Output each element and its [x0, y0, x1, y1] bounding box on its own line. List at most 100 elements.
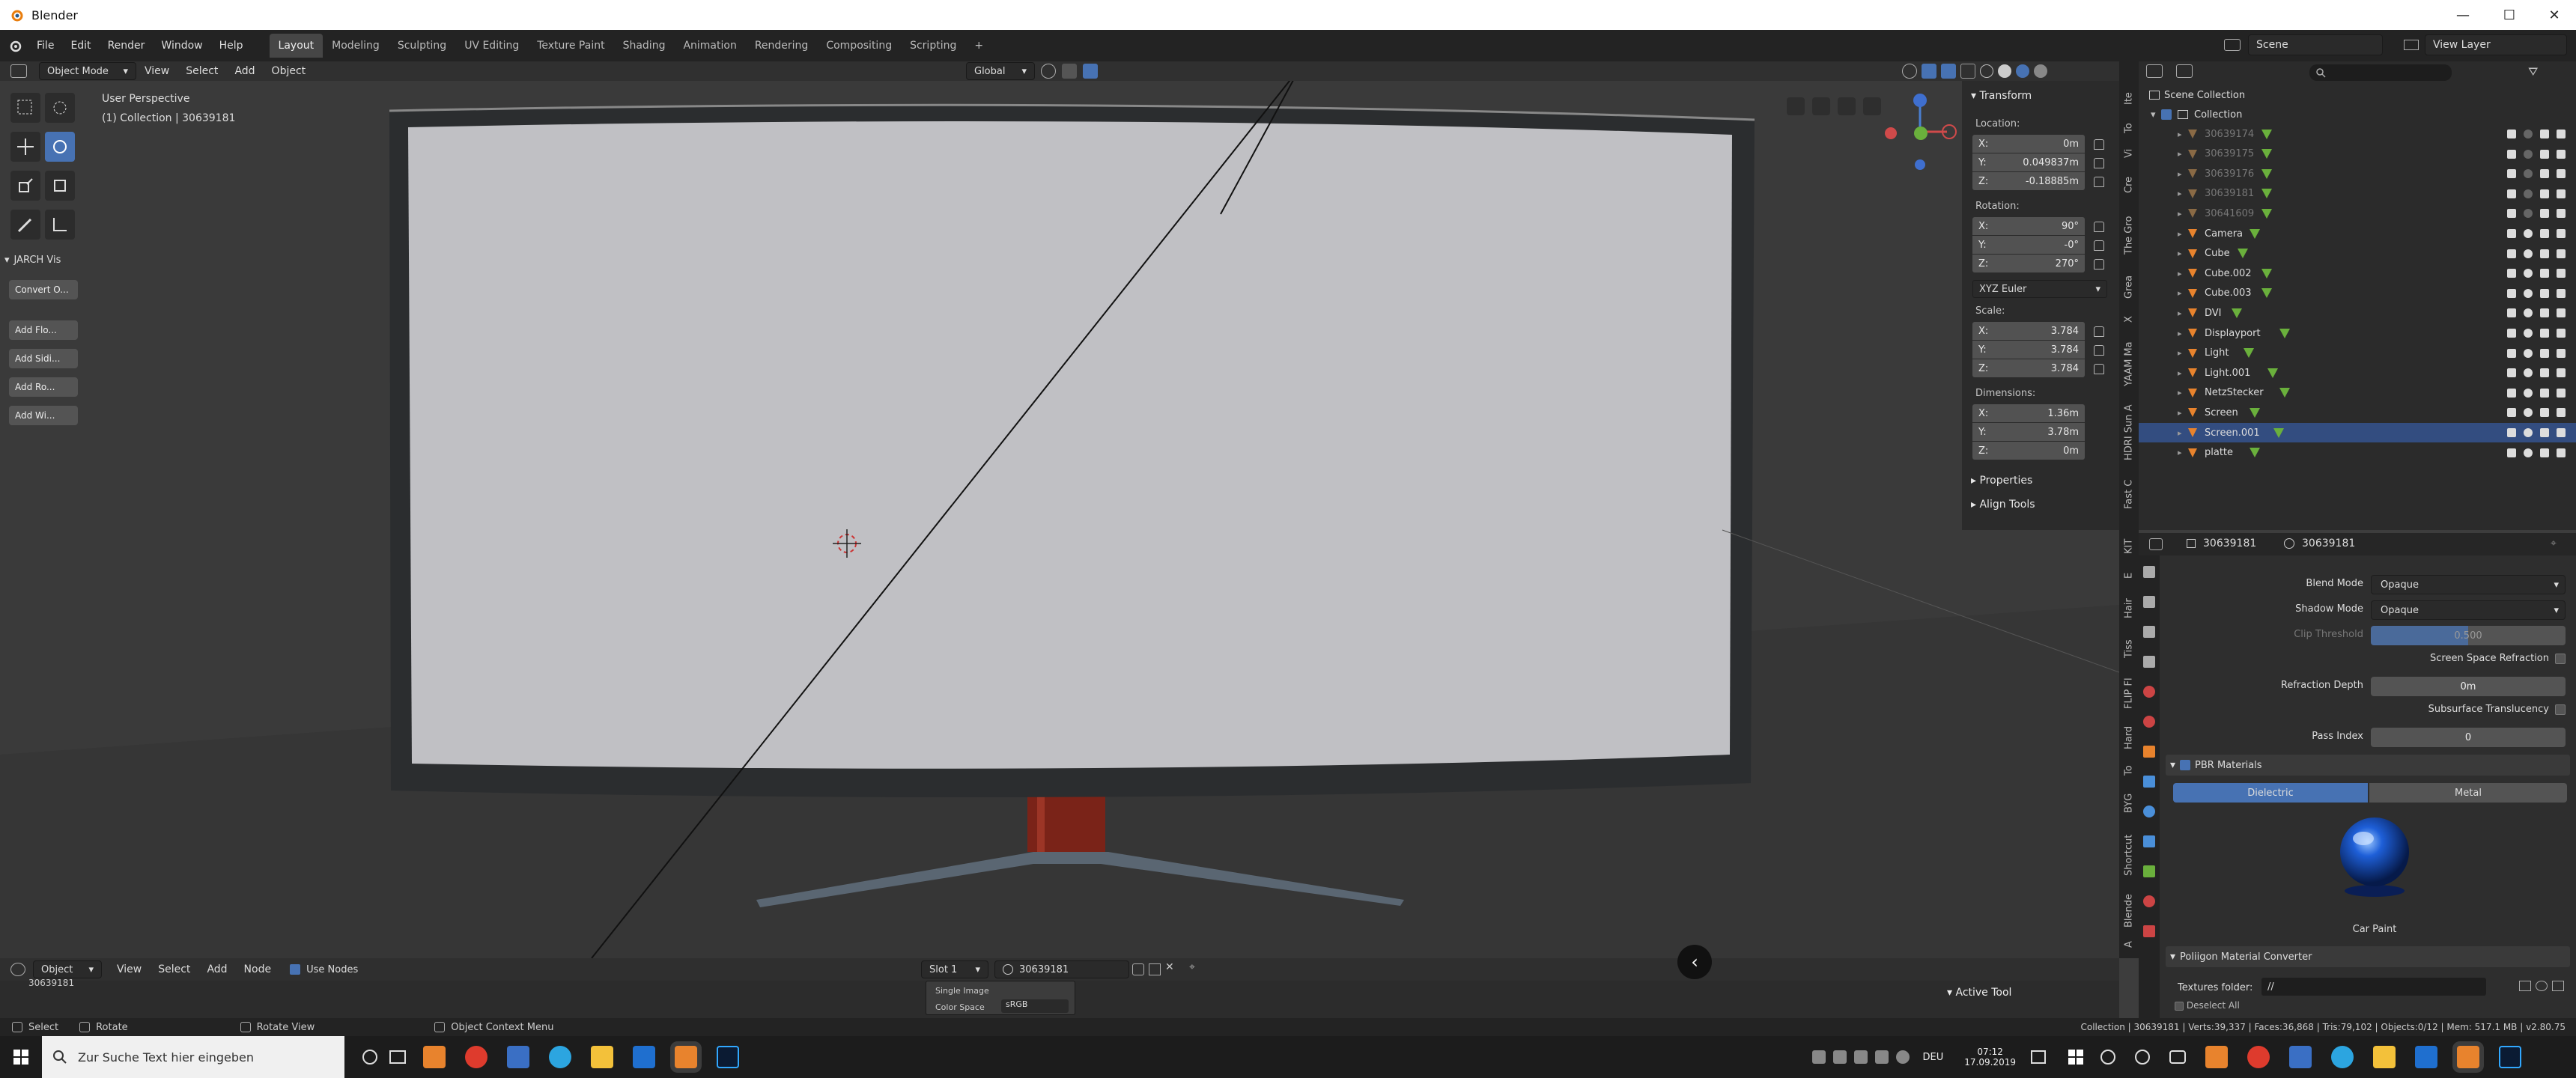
camera-icon[interactable]: [2540, 189, 2549, 198]
render-icon[interactable]: [2557, 408, 2566, 418]
viewport-nav-buttons[interactable]: [1787, 97, 1881, 115]
lock-icon[interactable]: [2094, 158, 2104, 168]
select-arrow-icon[interactable]: [2507, 308, 2516, 318]
editor-type-icon[interactable]: [10, 64, 27, 78]
sidebar-tab[interactable]: X: [2119, 308, 2139, 331]
sidebar-tab[interactable]: To: [2119, 759, 2139, 782]
chevron-right-icon[interactable]: ▸: [2178, 428, 2182, 438]
pin-icon[interactable]: ⌖: [2551, 538, 2557, 549]
outliner-row[interactable]: ▸ 30639176: [2139, 164, 2576, 183]
add-workspace-button[interactable]: +: [965, 34, 992, 58]
align-tools-section-header[interactable]: ▸ Align Tools: [1971, 499, 2035, 511]
menu-window[interactable]: Window: [153, 40, 210, 52]
editor-type-icon[interactable]: [2149, 538, 2163, 550]
rotation-mode-select[interactable]: XYZ Euler ▾: [1972, 280, 2107, 298]
render-icon[interactable]: [2557, 308, 2566, 318]
select-arrow-icon[interactable]: [2507, 329, 2516, 338]
sidebar-tab[interactable]: Hard: [2119, 719, 2139, 756]
chevron-right-icon[interactable]: ▸: [2178, 408, 2182, 418]
chevron-right-icon[interactable]: ▸: [2178, 388, 2182, 398]
chevron-right-icon[interactable]: ▸: [2178, 348, 2182, 358]
select-arrow-icon[interactable]: [2507, 388, 2516, 398]
eye-icon[interactable]: [2524, 229, 2533, 238]
overlay-icon[interactable]: [1941, 64, 1956, 79]
sidebar-tab[interactable]: A: [2119, 934, 2139, 955]
eye-icon[interactable]: [2524, 169, 2533, 179]
shader-menu-add[interactable]: Add: [198, 963, 235, 975]
chevron-right-icon[interactable]: ▸: [2178, 448, 2182, 457]
eye-icon[interactable]: [2524, 189, 2533, 198]
collection-checkbox[interactable]: [2161, 109, 2172, 120]
mesh-data-icon[interactable]: [2232, 308, 2242, 318]
tab-sculpting[interactable]: Sculpting: [389, 34, 455, 58]
fake-user-icon[interactable]: [1132, 963, 1144, 975]
sidebar-tab[interactable]: Blende: [2119, 888, 2139, 933]
render-icon[interactable]: [2557, 288, 2566, 298]
camera-icon[interactable]: [2540, 408, 2549, 418]
mesh-data-icon[interactable]: [2261, 288, 2272, 299]
select-arrow-icon[interactable]: [2507, 448, 2516, 457]
close-button[interactable]: ✕: [2531, 0, 2576, 30]
render-icon[interactable]: [2557, 249, 2566, 258]
dimensions-z-field[interactable]: Z: 0m: [1972, 442, 2085, 460]
use-nodes-checkbox[interactable]: [290, 964, 301, 975]
eye-icon[interactable]: [2524, 209, 2533, 219]
cursor-tool[interactable]: [45, 93, 75, 123]
outliner-row[interactable]: ▸ Displayport: [2139, 323, 2576, 343]
outlook-icon[interactable]: [2415, 1046, 2437, 1068]
select-arrow-icon[interactable]: [2507, 189, 2516, 198]
view-layer-field[interactable]: View Layer: [2425, 34, 2567, 55]
dimensions-x-field[interactable]: X: 1.36m: [1972, 404, 2085, 422]
speaker-icon[interactable]: [1895, 1050, 1910, 1064]
render-icon[interactable]: [2557, 149, 2566, 159]
poliigon-section-header[interactable]: ▾ Poliigon Material Converter: [2166, 946, 2570, 967]
photoshop-icon[interactable]: [717, 1046, 739, 1068]
pass-index-field[interactable]: 0: [2371, 728, 2566, 747]
lock-icon[interactable]: [2094, 240, 2104, 251]
material-name-field[interactable]: 30639181: [994, 960, 1129, 978]
sidebar-tab[interactable]: BYG: [2119, 785, 2139, 822]
render-icon[interactable]: [2557, 130, 2566, 138]
mesh-data-icon[interactable]: [2261, 149, 2272, 159]
chevron-right-icon[interactable]: ▸: [2178, 209, 2182, 219]
chevron-right-icon[interactable]: ▸: [2178, 308, 2182, 318]
vlc-icon[interactable]: [423, 1046, 446, 1068]
render-icon[interactable]: [2557, 269, 2566, 278]
select-arrow-icon[interactable]: [2507, 348, 2516, 358]
camera-icon[interactable]: [2540, 130, 2549, 138]
material-slot-select[interactable]: Slot 1 ▾: [921, 960, 988, 978]
cortana-icon[interactable]: [362, 1050, 377, 1065]
chrome-icon[interactable]: [465, 1046, 487, 1068]
view-layer-tab-icon[interactable]: [2143, 656, 2155, 668]
modifier-tab-icon[interactable]: [2143, 776, 2155, 788]
sidebar-tab[interactable]: KIT: [2119, 532, 2139, 561]
camera-icon[interactable]: [2540, 388, 2549, 398]
chevron-right-icon[interactable]: ▸: [2178, 249, 2182, 258]
telegram-icon[interactable]: [2331, 1046, 2354, 1068]
keyboard-language[interactable]: DEU: [1923, 1052, 1944, 1063]
sidebar-tab[interactable]: Fast C: [2119, 472, 2139, 517]
snap-icon[interactable]: [1062, 64, 1077, 79]
mesh-data-icon[interactable]: [2261, 208, 2272, 219]
camera-icon[interactable]: [2540, 169, 2549, 179]
select-arrow-icon[interactable]: [2507, 249, 2516, 258]
outliner-row[interactable]: ▸ platte: [2139, 443, 2576, 463]
menu-render[interactable]: Render: [100, 40, 154, 52]
deselect-all-button[interactable]: Deselect All: [2175, 1000, 2240, 1011]
select-box-tool[interactable]: [10, 93, 40, 123]
select-arrow-icon[interactable]: [2507, 229, 2516, 238]
select-arrow-icon[interactable]: [2507, 408, 2516, 418]
eye-icon[interactable]: [2524, 329, 2533, 338]
eye-icon[interactable]: [2524, 348, 2533, 358]
rotation-x-field[interactable]: X: 90°: [1972, 217, 2085, 235]
select-arrow-icon[interactable]: [2507, 209, 2516, 219]
sidebar-tab[interactable]: Cre: [2119, 168, 2139, 202]
gizmo-icon[interactable]: [1922, 64, 1936, 79]
add-floor-button[interactable]: Add Flo...: [9, 320, 78, 340]
vlc-icon[interactable]: [2205, 1046, 2228, 1068]
chrome-icon[interactable]: [2247, 1046, 2270, 1068]
viewport-menu-view[interactable]: View: [136, 65, 177, 77]
lock-icon[interactable]: [2094, 259, 2104, 270]
camera-icon[interactable]: [2540, 269, 2549, 278]
eye-icon[interactable]: [2524, 249, 2533, 258]
